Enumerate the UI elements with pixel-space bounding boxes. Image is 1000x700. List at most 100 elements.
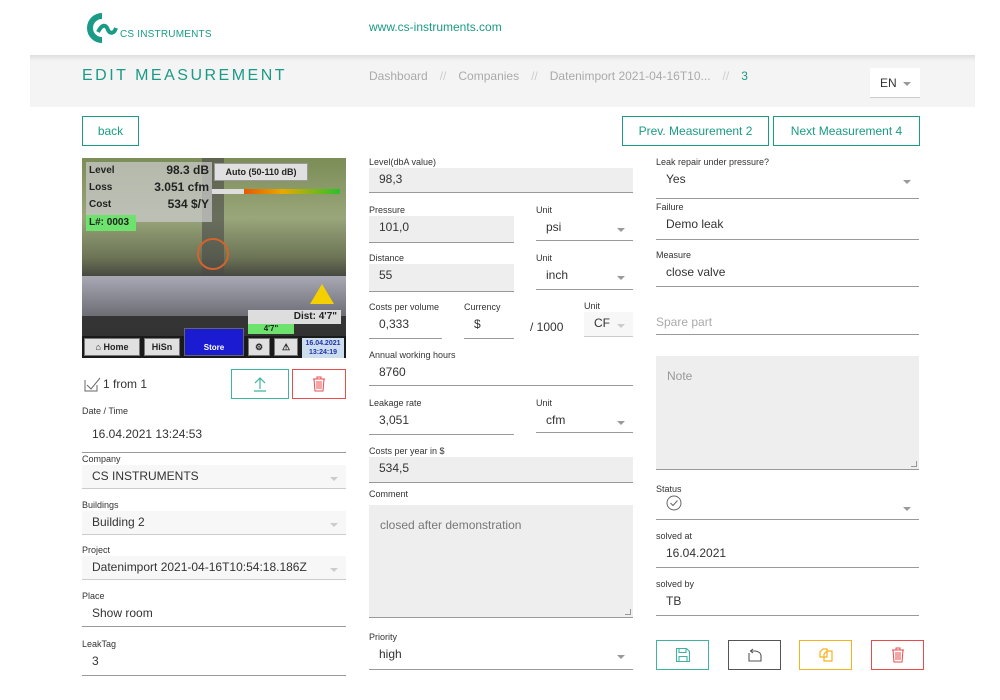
distance-field: Distance 55 (369, 253, 514, 292)
image-count-text: 1 from 1 (103, 377, 148, 391)
delete-image-button[interactable] (292, 369, 346, 399)
spare-part-input[interactable]: Spare part (656, 306, 919, 335)
logo-text: CS INSTRUMENTS (120, 28, 212, 40)
level-field: Level(dbA value) 98,3 (369, 157, 633, 193)
cs-logo-icon (87, 13, 118, 43)
solved-at-label: solved at (656, 531, 693, 541)
breadcrumb: Dashboard // Companies // Datenimport 20… (369, 69, 748, 83)
copy-button[interactable] (799, 640, 852, 670)
company-select[interactable]: CS INSTRUMENTS (82, 465, 346, 489)
photo-hisn-button: HiSn (144, 338, 180, 356)
language-select[interactable]: EN (870, 68, 920, 98)
measurement-photo[interactable]: Level 98.3 dB Loss 3.051 cfm Cost 534 $/Y L… (82, 158, 346, 358)
buildings-select[interactable]: Building 2 (82, 511, 346, 535)
chevron-down-icon (903, 180, 911, 184)
image-count: 1 from 1 (84, 376, 147, 392)
distance-input[interactable]: 55 (369, 264, 514, 292)
photo-target-circle (197, 238, 229, 270)
comment-textarea[interactable]: closed after demonstration (369, 505, 633, 618)
pressure-unit-select[interactable]: psi (536, 216, 633, 241)
costs-per-year-field: Costs per year in $ 534,5 (369, 446, 633, 483)
solved-at-input[interactable]: 16.04.2021 (656, 542, 919, 568)
delete-measurement-button[interactable] (871, 640, 924, 670)
measure-field: Measure close valve (656, 250, 919, 287)
language-value: EN (880, 76, 897, 90)
place-input[interactable]: Show room (82, 602, 346, 627)
distance-label: Distance (369, 253, 405, 263)
currency-input[interactable]: $ (464, 313, 514, 339)
chevron-down-icon (617, 276, 625, 280)
upload-image-button[interactable] (231, 369, 289, 399)
place-field: Place Show room (82, 591, 346, 627)
breadcrumb-separator: // (531, 69, 538, 83)
breadcrumb-dashboard[interactable]: Dashboard (369, 69, 428, 83)
solved-by-label: solved by (656, 579, 695, 589)
solved-by-input[interactable]: TB (656, 590, 919, 616)
revert-button[interactable] (728, 640, 781, 670)
distance-unit-field: Unit inch (536, 253, 633, 290)
leakage-rate-field: Leakage rate 3,051 (369, 398, 514, 435)
breadcrumb-project[interactable]: Datenimport 2021-04-16T10... (550, 69, 711, 83)
chevron-down-icon (617, 228, 625, 232)
website-link[interactable]: www.cs-instruments.com (369, 20, 502, 34)
photo-timestamp: 16.04.2021 13:24:19 (302, 338, 344, 358)
failure-input[interactable]: Demo leak (656, 213, 919, 240)
photo-readout-panel: Level 98.3 dB Loss 3.051 cfm Cost 534 $/Y (86, 162, 212, 222)
datetime-input[interactable]: 16.04.2021 13:24:53 (82, 417, 346, 453)
prev-measurement-button[interactable]: Prev. Measurement 2 (622, 116, 769, 146)
copy-icon (818, 648, 833, 662)
revert-icon (747, 648, 762, 662)
working-hours-input[interactable]: 8760 (369, 361, 633, 386)
volume-unit-field: Unit CF (584, 301, 633, 337)
measure-label: Measure (656, 250, 692, 260)
costs-per-year-input[interactable]: 534,5 (369, 457, 633, 483)
breadcrumb-current: 3 (741, 69, 748, 83)
leaktag-input[interactable]: 3 (82, 650, 346, 676)
trash-icon (891, 647, 904, 663)
note-field: Note (656, 356, 919, 470)
upload-icon (254, 377, 266, 392)
place-label: Place (82, 591, 105, 601)
leakage-unit-select[interactable]: cfm (536, 409, 633, 433)
solved-at-field: solved at 16.04.2021 (656, 531, 919, 568)
measure-input[interactable]: close valve (656, 261, 919, 287)
check-circle-icon (666, 495, 682, 511)
photo-distance: Dist: 4'7" (248, 310, 341, 324)
leakage-unit-field: Unit cfm (536, 398, 633, 433)
chevron-down-icon (330, 568, 338, 572)
costs-per-volume-label: Costs per volume (369, 302, 440, 312)
next-measurement-button[interactable]: Next Measurement 4 (773, 116, 920, 146)
company-logo[interactable]: CS INSTRUMENTS (84, 12, 212, 44)
status-select[interactable] (656, 495, 919, 520)
datetime-field: Date / Time 16.04.2021 13:24:53 (82, 406, 346, 453)
trash-icon (313, 376, 325, 392)
pressure-unit-field: Unit psi (536, 205, 633, 241)
repair-under-pressure-field: Leak repair under pressure? Yes (656, 157, 919, 199)
laser-warning-icon (310, 284, 334, 304)
pressure-input[interactable]: 101,0 (369, 216, 514, 243)
level-input[interactable]: 98,3 (369, 168, 633, 193)
datetime-label: Date / Time (82, 406, 129, 416)
per-volume-label: / 1000 (530, 320, 564, 334)
volume-unit-select[interactable]: CF (584, 312, 633, 337)
distance-unit-select[interactable]: inch (536, 264, 633, 290)
status-label: Status (656, 484, 682, 494)
back-button[interactable]: back (82, 116, 139, 146)
breadcrumb-separator: // (722, 69, 730, 83)
photo-cost-label: Cost (89, 199, 112, 210)
note-textarea[interactable]: Note (656, 356, 919, 470)
repair-under-pressure-select[interactable]: Yes (656, 168, 919, 199)
company-field: Company CS INSTRUMENTS (82, 454, 346, 489)
priority-select[interactable]: high (369, 643, 633, 670)
breadcrumb-companies[interactable]: Companies (458, 69, 519, 83)
costs-per-volume-input[interactable]: 0,333 (369, 313, 442, 339)
save-button[interactable] (656, 640, 709, 670)
costs-per-volume-field: Costs per volume 0,333 (369, 302, 442, 339)
leakage-rate-input[interactable]: 3,051 (369, 409, 514, 435)
resize-handle-icon[interactable] (911, 461, 917, 467)
comment-field: Comment closed after demonstration (369, 489, 633, 618)
solved-by-field: solved by TB (656, 579, 919, 616)
project-select[interactable]: Datenimport 2021-04-16T10:54:18.186Z (82, 556, 346, 580)
chevron-down-icon (330, 477, 338, 481)
resize-handle-icon[interactable] (625, 609, 631, 615)
